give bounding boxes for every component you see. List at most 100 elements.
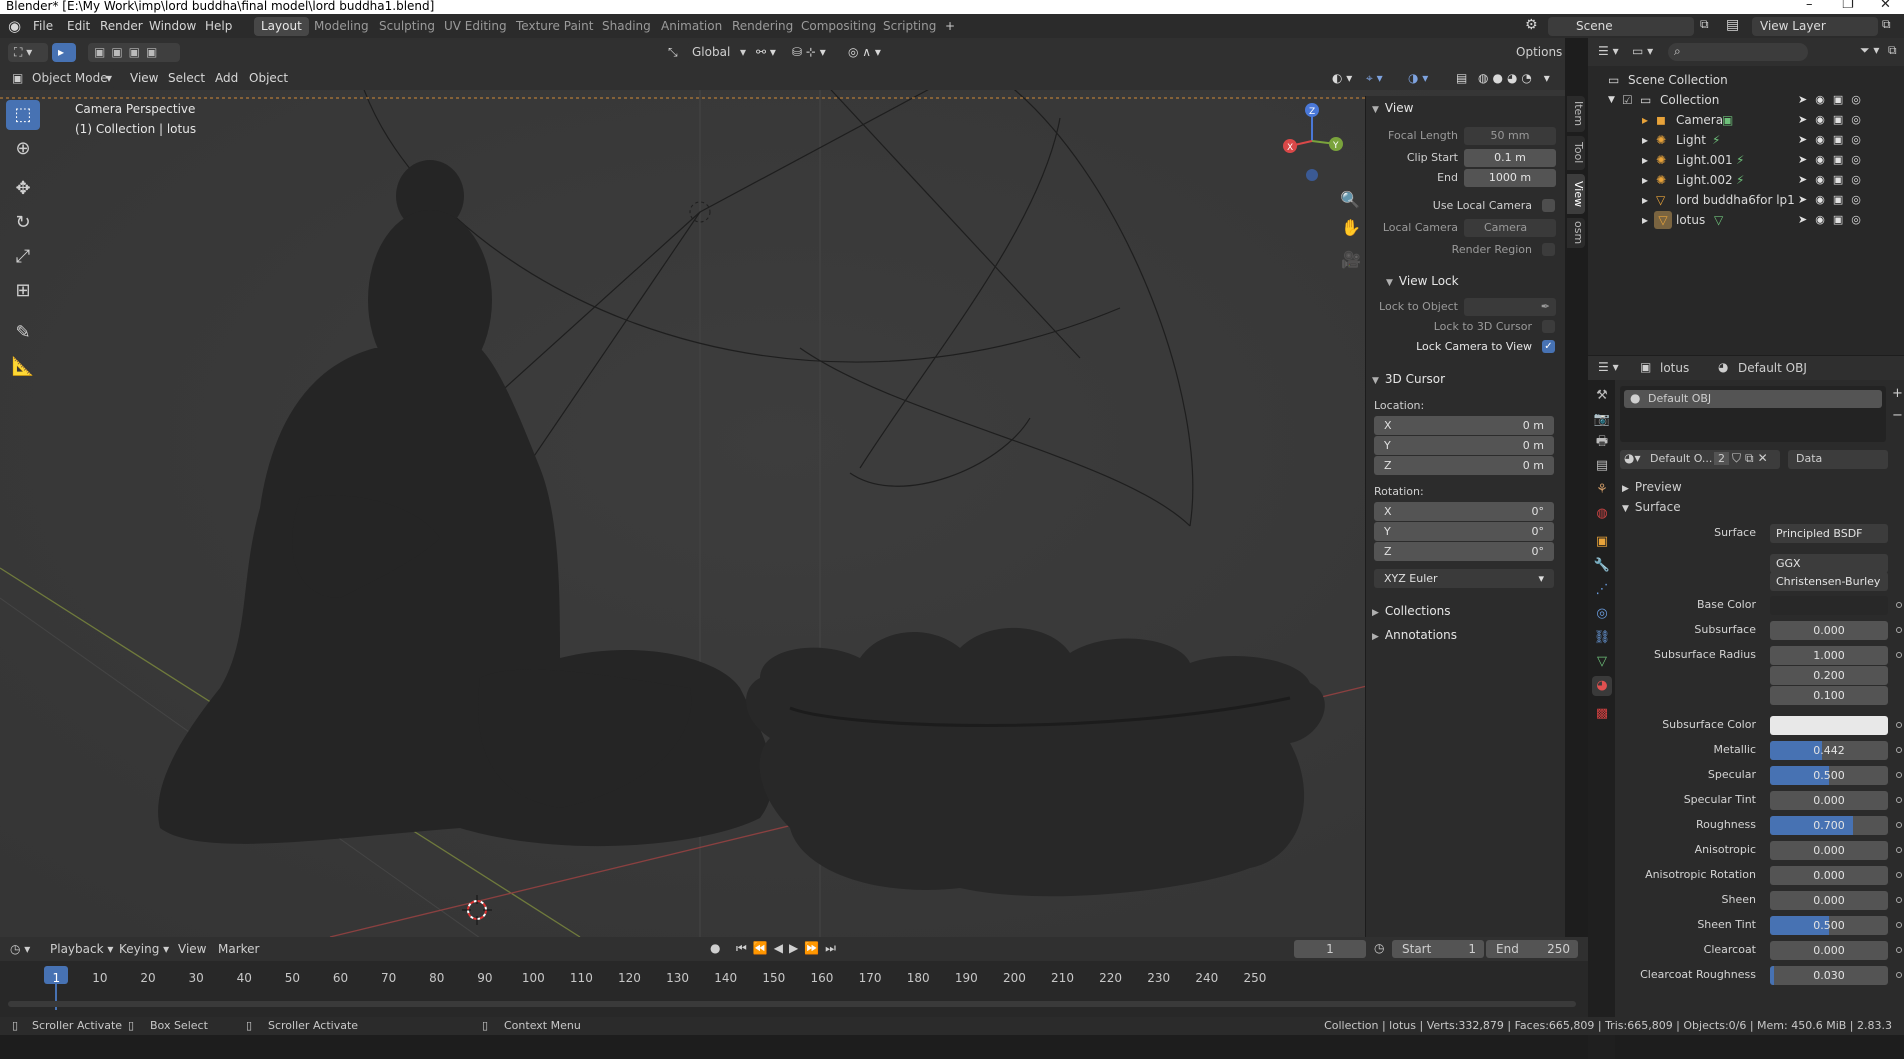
outliner-scene-collection[interactable]: ▭ Scene Collection — [1588, 70, 1904, 90]
world-tab-icon[interactable]: ◍ — [1592, 504, 1612, 524]
add-workspace-button[interactable]: + — [938, 17, 962, 36]
viewport-menu-view[interactable]: View — [130, 69, 158, 88]
subsurface-socket-icon[interactable] — [1896, 627, 1902, 633]
expand-icon[interactable]: ▸ — [1642, 150, 1648, 170]
camera-view-icon[interactable]: 🎥 — [1341, 250, 1361, 269]
row-visibility-icons[interactable]: ➤◉▣◎ — [1798, 90, 1869, 110]
outliner-item-buddha[interactable]: ▸ ▽ lord buddha6for lp1 ➤◉▣◎ — [1588, 190, 1904, 210]
row-visibility-icons[interactable]: ➤◉▣◎ — [1798, 150, 1869, 170]
cursor-location-y[interactable]: Y 0 m — [1374, 436, 1554, 455]
transform-tool-icon[interactable]: ⊞ — [6, 276, 40, 306]
link-dropdown[interactable]: Data — [1788, 450, 1888, 469]
base-color-socket-icon[interactable] — [1896, 602, 1902, 608]
lock-camera-to-view-checkbox[interactable]: ✓ — [1542, 340, 1555, 353]
select-mode-button[interactable]: ▸ — [52, 43, 76, 62]
physics-tab-icon[interactable]: ◎ — [1592, 604, 1612, 624]
scene-tab-icon[interactable]: ⚘ — [1592, 480, 1612, 500]
expand-icon[interactable]: ▸ — [1642, 190, 1648, 210]
viewport-menu-select[interactable]: Select — [168, 69, 205, 88]
particles-tab-icon[interactable]: ⋰ — [1592, 580, 1612, 600]
tab-compositing[interactable]: Compositing — [794, 17, 883, 36]
minimize-icon[interactable]: – — [1806, 0, 1813, 11]
tab-rendering[interactable]: Rendering — [725, 17, 800, 36]
timeline-area[interactable] — [0, 961, 1588, 1017]
clearcoat-socket-icon[interactable] — [1896, 947, 1902, 953]
sheen-tint-field[interactable]: 0.500 — [1770, 916, 1888, 935]
scene-selector[interactable]: Scene — [1548, 17, 1694, 36]
preview-range-icon[interactable]: ◷ — [1374, 941, 1384, 955]
end-frame-field[interactable]: End 250 — [1486, 940, 1578, 958]
specular-socket-icon[interactable] — [1896, 772, 1902, 778]
row-visibility-icons[interactable]: ➤◉▣◎ — [1798, 190, 1869, 210]
subsurface-radius-field[interactable]: 1.000 — [1770, 646, 1888, 665]
metallic-field[interactable]: 0.442 — [1770, 741, 1888, 760]
specular-field[interactable]: 0.500 — [1770, 766, 1888, 785]
start-frame-field[interactable]: Start 1 — [1392, 940, 1484, 958]
navigation-gizmo[interactable]: Z Y X — [1276, 96, 1346, 226]
display-mode-icon[interactable]: ▭ ▾ — [1632, 44, 1653, 58]
clearcoat-roughness-socket-icon[interactable] — [1896, 972, 1902, 978]
render-region-checkbox[interactable] — [1542, 243, 1555, 256]
blender-logo-icon[interactable]: ◉ — [8, 17, 21, 35]
3d-cursor-header[interactable]: ▼ 3D Cursor — [1372, 372, 1445, 386]
add-slot-icon[interactable]: + — [1892, 386, 1903, 401]
sidebar-tab-item[interactable]: Item — [1567, 96, 1585, 132]
measure-tool-icon[interactable]: 📐 — [6, 352, 40, 382]
selection-mode-group[interactable]: ▣▣▣▣ — [88, 43, 180, 62]
sheen-tint-socket-icon[interactable] — [1896, 922, 1902, 928]
anisotropic-socket-icon[interactable] — [1896, 847, 1902, 853]
expand-icon[interactable]: ▸ — [1642, 210, 1648, 230]
row-visibility-icons[interactable]: ➤◉▣◎ — [1798, 130, 1869, 150]
maximize-icon[interactable]: ❐ — [1842, 0, 1854, 11]
cursor-tool-icon[interactable]: ⊕ — [6, 134, 40, 164]
menu-window[interactable]: Window — [149, 19, 196, 33]
annotate-tool-icon[interactable]: ✎ — [6, 318, 40, 348]
modifier-tab-icon[interactable]: 🔧 — [1592, 556, 1612, 576]
sidebar-tab-tool[interactable]: Tool — [1567, 136, 1585, 170]
annotations-header[interactable]: ▶ Annotations — [1372, 628, 1457, 642]
pivot-icon[interactable]: ⚯ ▾ — [756, 43, 776, 62]
rotate-tool-icon[interactable]: ↻ — [6, 208, 40, 238]
data-tab-icon[interactable]: ▽ — [1592, 652, 1612, 672]
outliner-item-light-001[interactable]: ▸ ✺ Light.001 ⚡ ➤◉▣◎ — [1588, 150, 1904, 170]
sheen-field[interactable]: 0.000 — [1770, 891, 1888, 910]
cursor-rotation-x[interactable]: X 0° — [1374, 502, 1554, 521]
zoom-icon[interactable]: 🔍 — [1340, 190, 1360, 209]
local-camera-field[interactable]: Camera — [1464, 219, 1556, 237]
material-browse-icon[interactable]: ◕▾ — [1624, 451, 1641, 465]
lock-to-object-field[interactable]: ✒ — [1464, 298, 1556, 316]
datablock-action-icons[interactable]: ⛉⧉✕ — [1732, 451, 1772, 466]
clearcoat-field[interactable]: 0.000 — [1770, 941, 1888, 960]
subsurface-color-field[interactable] — [1770, 716, 1888, 735]
viewport-menu-object[interactable]: Object — [249, 69, 288, 88]
current-frame-field[interactable]: 1 — [1294, 940, 1366, 958]
cursor-location-z[interactable]: Z 0 m — [1374, 456, 1554, 475]
outliner-item-light-002[interactable]: ▸ ✺ Light.002 ⚡ ➤◉▣◎ — [1588, 170, 1904, 190]
cursor-location-x[interactable]: X 0 m — [1374, 416, 1554, 435]
distribution-dropdown[interactable]: GGX — [1770, 554, 1888, 573]
outliner-item-lotus[interactable]: ▸ ▽ lotus ▽ ➤◉▣◎ — [1588, 210, 1904, 230]
subsurface-color-socket-icon[interactable] — [1896, 722, 1902, 728]
tab-animation[interactable]: Animation — [654, 17, 729, 36]
texture-tab-icon[interactable]: ▩ — [1592, 704, 1612, 724]
pan-hand-icon[interactable]: ✋ — [1341, 218, 1361, 237]
surface-section-header[interactable]: ▼ Surface — [1622, 500, 1681, 514]
shading-modes-icons[interactable]: ◍●◕◔ ▾ — [1478, 69, 1554, 88]
anisotropic-rotation-field[interactable]: 0.000 — [1770, 866, 1888, 885]
options-dropdown[interactable]: Options — [1512, 43, 1564, 62]
new-scene-icon[interactable]: ⧉ — [1700, 17, 1709, 32]
view-layer-tab-icon[interactable]: ▤ — [1592, 456, 1612, 476]
anisotropic-field[interactable]: 0.000 — [1770, 841, 1888, 860]
cursor-rotation-y[interactable]: Y 0° — [1374, 522, 1554, 541]
outliner-item-light[interactable]: ▸ ✺ Light ⚡ ➤◉▣◎ — [1588, 130, 1904, 150]
record-icon[interactable]: ● — [710, 941, 720, 955]
timeline-menu-view[interactable]: View — [178, 942, 206, 956]
tab-scripting[interactable]: Scripting — [876, 17, 943, 36]
expand-icon[interactable]: ▸ — [1642, 170, 1648, 190]
material-tab-icon[interactable]: ◕ — [1592, 676, 1612, 696]
view-section-header[interactable]: ▼ View — [1372, 101, 1413, 115]
outliner-editor-icon[interactable]: ☰ ▾ — [1598, 44, 1619, 58]
tab-texture-paint[interactable]: Texture Paint — [509, 17, 600, 36]
move-tool-icon[interactable]: ✥ — [6, 174, 40, 204]
base-color-field[interactable] — [1770, 596, 1888, 615]
